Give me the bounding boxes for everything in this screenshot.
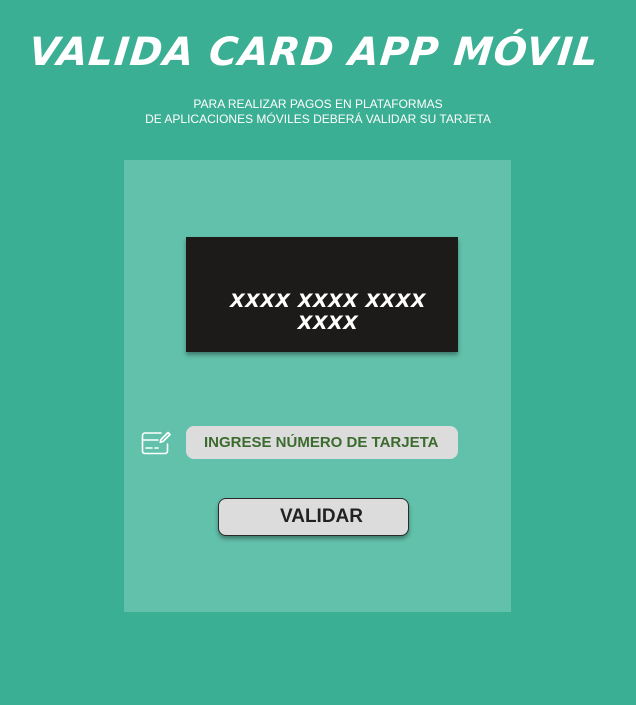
validate-button[interactable]: VALIDAR [218, 498, 409, 536]
validation-panel [124, 160, 511, 612]
page-subtitle: PARA REALIZAR PAGOS EN PLATAFORMAS DE AP… [0, 97, 636, 127]
card-number-mask: XXXX XXXX XXXX XXXX [229, 290, 427, 334]
subtitle-line-1: PARA REALIZAR PAGOS EN PLATAFORMAS [193, 97, 443, 111]
page-title: VALIDA CARD APP MÓVIL [26, 30, 602, 75]
subtitle-line-2: DE APLICACIONES MÓVILES DEBERÁ VALIDAR S… [145, 112, 491, 126]
card-preview: XXXX XXXX XXXX XXXX [186, 237, 458, 352]
card-number-input[interactable] [186, 426, 458, 459]
card-edit-icon [141, 430, 171, 456]
